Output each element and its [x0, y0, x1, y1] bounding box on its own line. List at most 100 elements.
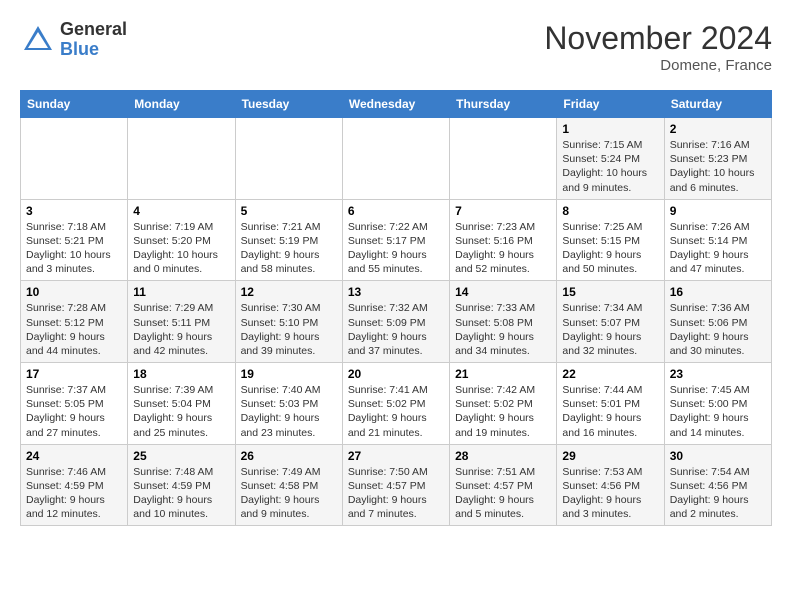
day-number: 12 — [241, 285, 337, 299]
day-info: Sunrise: 7:30 AMSunset: 5:10 PMDaylight:… — [241, 301, 337, 358]
col-saturday: Saturday — [664, 91, 771, 118]
day-info: Sunrise: 7:45 AMSunset: 5:00 PMDaylight:… — [670, 383, 766, 440]
day-info: Sunrise: 7:50 AMSunset: 4:57 PMDaylight:… — [348, 465, 444, 522]
day-info: Sunrise: 7:21 AMSunset: 5:19 PMDaylight:… — [241, 220, 337, 277]
day-info: Sunrise: 7:23 AMSunset: 5:16 PMDaylight:… — [455, 220, 551, 277]
calendar-cell: 12 Sunrise: 7:30 AMSunset: 5:10 PMDayligh… — [235, 281, 342, 363]
day-number: 29 — [562, 449, 658, 463]
title-block: November 2024 Domene, France — [544, 20, 772, 74]
calendar-cell: 17 Sunrise: 7:37 AMSunset: 5:05 PMDayligh… — [21, 363, 128, 445]
calendar-cell: 8 Sunrise: 7:25 AMSunset: 5:15 PMDaylight… — [557, 199, 664, 281]
day-number: 22 — [562, 367, 658, 381]
day-info: Sunrise: 7:15 AMSunset: 5:24 PMDaylight:… — [562, 138, 658, 195]
calendar-cell: 28 Sunrise: 7:51 AMSunset: 4:57 PMDayligh… — [450, 444, 557, 526]
day-info: Sunrise: 7:25 AMSunset: 5:15 PMDaylight:… — [562, 220, 658, 277]
day-number: 27 — [348, 449, 444, 463]
header-row: Sunday Monday Tuesday Wednesday Thursday… — [21, 91, 772, 118]
col-tuesday: Tuesday — [235, 91, 342, 118]
calendar-week-5: 24 Sunrise: 7:46 AMSunset: 4:59 PMDayligh… — [21, 444, 772, 526]
col-friday: Friday — [557, 91, 664, 118]
location: Domene, France — [544, 57, 772, 74]
day-number: 26 — [241, 449, 337, 463]
calendar-cell: 9 Sunrise: 7:26 AMSunset: 5:14 PMDaylight… — [664, 199, 771, 281]
calendar-cell: 24 Sunrise: 7:46 AMSunset: 4:59 PMDayligh… — [21, 444, 128, 526]
day-number: 18 — [133, 367, 229, 381]
calendar-cell: 6Sunrise: 7:22 AMSunset: 5:17 PMDaylight… — [342, 199, 449, 281]
day-number: 8 — [562, 204, 658, 218]
calendar-cell — [128, 118, 235, 200]
day-info: Sunrise: 7:37 AMSunset: 5:05 PMDaylight:… — [26, 383, 122, 440]
calendar-cell — [450, 118, 557, 200]
day-info: Sunrise: 7:29 AMSunset: 5:11 PMDaylight:… — [133, 301, 229, 358]
calendar-cell: 22Sunrise: 7:44 AMSunset: 5:01 PMDayligh… — [557, 363, 664, 445]
calendar-cell: 15 Sunrise: 7:34 AMSunset: 5:07 PMDayligh… — [557, 281, 664, 363]
day-info: Sunrise: 7:41 AMSunset: 5:02 PMDaylight:… — [348, 383, 444, 440]
calendar-cell — [235, 118, 342, 200]
day-number: 24 — [26, 449, 122, 463]
day-number: 16 — [670, 285, 766, 299]
day-number: 23 — [670, 367, 766, 381]
col-thursday: Thursday — [450, 91, 557, 118]
calendar-cell: 30 Sunrise: 7:54 AMSunset: 4:56 PMDayligh… — [664, 444, 771, 526]
calendar-cell: 10 Sunrise: 7:28 AMSunset: 5:12 PMDayligh… — [21, 281, 128, 363]
day-number: 17 — [26, 367, 122, 381]
day-number: 14 — [455, 285, 551, 299]
day-info: Sunrise: 7:39 AMSunset: 5:04 PMDaylight:… — [133, 383, 229, 440]
calendar-cell: 20 Sunrise: 7:41 AMSunset: 5:02 PMDayligh… — [342, 363, 449, 445]
day-number: 1 — [562, 122, 658, 136]
day-number: 21 — [455, 367, 551, 381]
logo-blue: Blue — [60, 40, 127, 60]
day-number: 3 — [26, 204, 122, 218]
day-info: Sunrise: 7:42 AMSunset: 5:02 PMDaylight:… — [455, 383, 551, 440]
calendar-cell: 14 Sunrise: 7:33 AMSunset: 5:08 PMDayligh… — [450, 281, 557, 363]
day-info: Sunrise: 7:28 AMSunset: 5:12 PMDaylight:… — [26, 301, 122, 358]
calendar-cell: 11 Sunrise: 7:29 AMSunset: 5:11 PMDayligh… — [128, 281, 235, 363]
day-info: Sunrise: 7:36 AMSunset: 5:06 PMDaylight:… — [670, 301, 766, 358]
day-number: 30 — [670, 449, 766, 463]
calendar-week-1: 1 Sunrise: 7:15 AMSunset: 5:24 PMDaylight… — [21, 118, 772, 200]
day-info: Sunrise: 7:51 AMSunset: 4:57 PMDaylight:… — [455, 465, 551, 522]
calendar-cell: 23 Sunrise: 7:45 AMSunset: 5:00 PMDayligh… — [664, 363, 771, 445]
calendar-cell — [342, 118, 449, 200]
calendar-body: 1 Sunrise: 7:15 AMSunset: 5:24 PMDaylight… — [21, 118, 772, 526]
day-info: Sunrise: 7:54 AMSunset: 4:56 PMDaylight:… — [670, 465, 766, 522]
logo-icon — [20, 22, 56, 58]
day-info: Sunrise: 7:53 AMSunset: 4:56 PMDaylight:… — [562, 465, 658, 522]
logo: General Blue — [20, 20, 127, 60]
logo-general: General — [60, 20, 127, 40]
day-number: 7 — [455, 204, 551, 218]
day-info: Sunrise: 7:19 AMSunset: 5:20 PMDaylight:… — [133, 220, 229, 277]
day-info: Sunrise: 7:26 AMSunset: 5:14 PMDaylight:… — [670, 220, 766, 277]
page-header: General Blue November 2024 Domene, Franc… — [20, 20, 772, 74]
calendar-week-4: 17 Sunrise: 7:37 AMSunset: 5:05 PMDayligh… — [21, 363, 772, 445]
day-info: Sunrise: 7:49 AMSunset: 4:58 PMDaylight:… — [241, 465, 337, 522]
calendar-cell: 16 Sunrise: 7:36 AMSunset: 5:06 PMDayligh… — [664, 281, 771, 363]
calendar-cell: 29 Sunrise: 7:53 AMSunset: 4:56 PMDayligh… — [557, 444, 664, 526]
day-info: Sunrise: 7:34 AMSunset: 5:07 PMDaylight:… — [562, 301, 658, 358]
calendar-week-2: 3Sunrise: 7:18 AMSunset: 5:21 PMDaylight… — [21, 199, 772, 281]
day-info: Sunrise: 7:16 AMSunset: 5:23 PMDaylight:… — [670, 138, 766, 195]
day-info: Sunrise: 7:48 AMSunset: 4:59 PMDaylight:… — [133, 465, 229, 522]
calendar-cell: 2 Sunrise: 7:16 AMSunset: 5:23 PMDaylight… — [664, 118, 771, 200]
day-info: Sunrise: 7:33 AMSunset: 5:08 PMDaylight:… — [455, 301, 551, 358]
col-wednesday: Wednesday — [342, 91, 449, 118]
calendar-cell: 21 Sunrise: 7:42 AMSunset: 5:02 PMDayligh… — [450, 363, 557, 445]
day-number: 28 — [455, 449, 551, 463]
day-number: 2 — [670, 122, 766, 136]
calendar-cell: 27 Sunrise: 7:50 AMSunset: 4:57 PMDayligh… — [342, 444, 449, 526]
day-number: 20 — [348, 367, 444, 381]
calendar-cell — [21, 118, 128, 200]
day-number: 15 — [562, 285, 658, 299]
calendar-cell: 25Sunrise: 7:48 AMSunset: 4:59 PMDayligh… — [128, 444, 235, 526]
day-info: Sunrise: 7:40 AMSunset: 5:03 PMDaylight:… — [241, 383, 337, 440]
day-number: 10 — [26, 285, 122, 299]
calendar-cell: 4Sunrise: 7:19 AMSunset: 5:20 PMDaylight… — [128, 199, 235, 281]
day-number: 19 — [241, 367, 337, 381]
calendar-cell: 3Sunrise: 7:18 AMSunset: 5:21 PMDaylight… — [21, 199, 128, 281]
day-info: Sunrise: 7:46 AMSunset: 4:59 PMDaylight:… — [26, 465, 122, 522]
calendar-cell: 7 Sunrise: 7:23 AMSunset: 5:16 PMDaylight… — [450, 199, 557, 281]
day-number: 9 — [670, 204, 766, 218]
logo-text: General Blue — [60, 20, 127, 60]
day-info: Sunrise: 7:22 AMSunset: 5:17 PMDaylight:… — [348, 220, 444, 277]
day-number: 11 — [133, 285, 229, 299]
